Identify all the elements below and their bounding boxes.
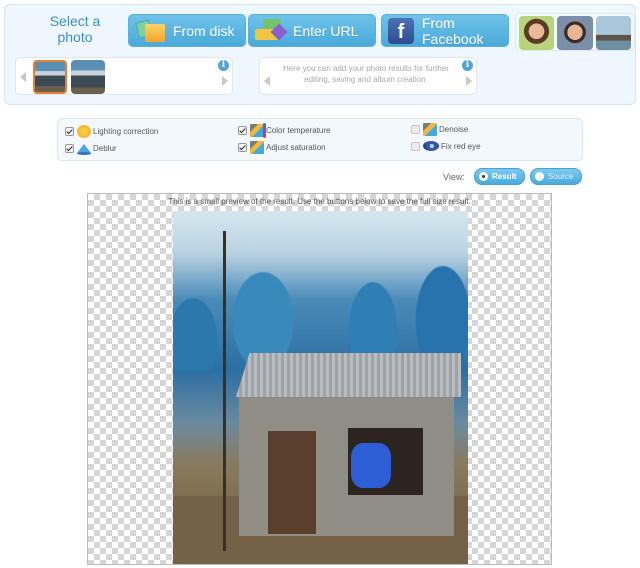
facebook-icon: f [388, 17, 414, 44]
radio-selected-icon [479, 172, 488, 181]
view-source-label: Source [548, 172, 574, 181]
eye-icon [423, 141, 439, 151]
view-label: View: [443, 172, 465, 182]
option-denoise[interactable]: Denoise [411, 121, 468, 137]
sample-man[interactable] [557, 16, 593, 50]
checkbox[interactable] [411, 141, 420, 151]
enter-url-label: Enter URL [293, 22, 359, 39]
option-label: Lighting correction [93, 126, 159, 136]
view-result-radio[interactable]: Result [474, 168, 525, 185]
sample-photos [515, 13, 635, 51]
temperature-icon [250, 122, 266, 138]
option-label: Color temperature [266, 125, 331, 135]
denoise-icon [423, 122, 437, 136]
checkbox[interactable] [65, 126, 74, 136]
checkbox[interactable] [238, 142, 247, 152]
info-icon[interactable]: i [462, 60, 473, 71]
results-next-arrow-icon[interactable] [466, 76, 472, 86]
blue-tarp [351, 443, 391, 488]
option-deblur[interactable]: Deblur [65, 140, 117, 156]
thumbnail-selected[interactable] [33, 60, 67, 94]
from-disk-button[interactable]: From disk [128, 14, 246, 47]
source-photo-tray: i [15, 57, 233, 95]
hut-door [268, 431, 316, 534]
preview-note: This is a small preview of the result. U… [168, 197, 471, 206]
option-label: Adjust saturation [266, 142, 326, 152]
option-lighting-correction[interactable]: Lighting correction [65, 123, 158, 139]
view-source-radio[interactable]: Source [530, 168, 582, 185]
photo-source-panel: Select a photo From disk Enter URL f Fro… [4, 4, 636, 105]
checkbox[interactable] [65, 143, 74, 153]
tray-prev-arrow-icon[interactable] [20, 72, 26, 82]
tray-next-arrow-icon[interactable] [222, 76, 228, 86]
view-result-label: Result [492, 172, 517, 181]
preview-image [173, 211, 468, 564]
option-adjust-saturation[interactable]: Adjust saturation [238, 139, 326, 155]
result-photo-tray: Here you can add your photo results for … [259, 57, 477, 95]
deblur-icon [77, 142, 91, 155]
checkbox[interactable] [238, 125, 247, 135]
option-color-temperature[interactable]: Color temperature [238, 122, 330, 138]
select-photo-label: Select a photo [49, 13, 101, 45]
from-disk-label: From disk [173, 22, 235, 39]
sun-icon [77, 124, 91, 138]
enter-url-button[interactable]: Enter URL [248, 14, 376, 47]
results-tray-hint: Here you can add your photo results for … [283, 64, 449, 84]
option-fix-red-eye[interactable]: Fix red eye [411, 138, 481, 154]
result-preview: This is a small preview of the result. U… [87, 193, 552, 565]
enhancement-options: Lighting correction Deblur Color tempera… [57, 118, 583, 161]
option-label: Fix red eye [441, 141, 481, 151]
url-icon [255, 18, 288, 44]
option-label: Denoise [439, 124, 469, 134]
tree-trunk [223, 231, 226, 551]
radio-unselected-icon [535, 172, 544, 181]
sample-boat[interactable] [595, 16, 631, 50]
folder-icon [135, 18, 165, 44]
checkbox[interactable] [411, 124, 420, 134]
thumbnail[interactable] [71, 60, 105, 94]
hut-roof [236, 353, 461, 397]
sample-woman[interactable] [519, 16, 555, 50]
saturation-icon [250, 140, 264, 154]
option-label: Deblur [93, 143, 117, 153]
from-facebook-button[interactable]: f From Facebook [381, 14, 509, 47]
from-facebook-label: From Facebook [422, 14, 484, 47]
info-icon[interactable]: i [218, 60, 229, 71]
